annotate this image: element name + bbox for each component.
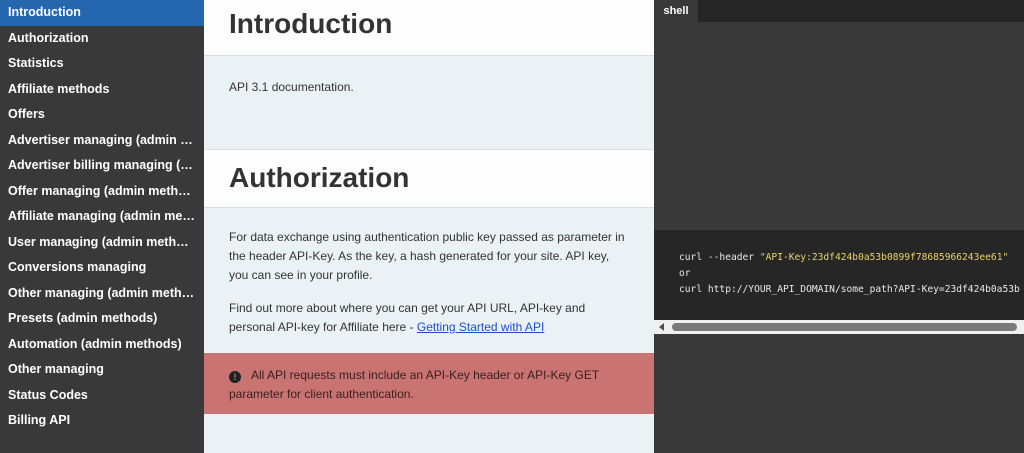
doc-content: Introduction API 3.1 documentation. Auth… — [204, 0, 654, 453]
code-line-1-string: "API-Key:23df424b0a53b0899f78685966243ee… — [759, 252, 1009, 263]
sidebar-item-other-managing[interactable]: Other managing — [0, 357, 204, 383]
sidebar-item-billing-api[interactable]: Billing API — [0, 408, 204, 434]
getting-started-link[interactable]: Getting Started with API — [417, 320, 544, 334]
introduction-text: API 3.1 documentation. — [229, 80, 354, 94]
sidebar-item-status-codes[interactable]: Status Codes — [0, 383, 204, 409]
code-horizontal-scrollbar[interactable] — [654, 320, 1024, 334]
sidebar-item-affiliate-managing[interactable]: Affiliate managing (admin methods) — [0, 204, 204, 230]
language-tabbar: shell — [654, 0, 1024, 22]
tab-shell[interactable]: shell — [654, 0, 698, 22]
code-block: curl --header "API-Key:23df424b0a53b0899… — [654, 230, 1024, 320]
code-line-1-cmd: curl --header — [679, 252, 760, 263]
code-line-2: or — [679, 268, 691, 279]
introduction-title: Introduction — [229, 8, 393, 39]
sidebar-menu: Introduction Authorization Statistics Af… — [0, 0, 204, 434]
sidebar-item-statistics[interactable]: Statistics — [0, 51, 204, 77]
sidebar-item-offers[interactable]: Offers — [0, 102, 204, 128]
sidebar-item-offer-managing[interactable]: Offer managing (admin methods) — [0, 179, 204, 205]
warning-content: ! All API requests must include an API-Ke… — [229, 366, 629, 404]
sidebar-item-other-managing-admin[interactable]: Other managing (admin methods) — [0, 281, 204, 307]
sidebar-item-introduction[interactable]: Introduction — [0, 0, 204, 26]
code-sample: curl --header "API-Key:23df424b0a53b0899… — [679, 250, 1020, 298]
warning-text: All API requests must include an API-Key… — [229, 368, 599, 401]
sidebar-item-presets[interactable]: Presets (admin methods) — [0, 306, 204, 332]
sidebar-item-user-managing[interactable]: User managing (admin methods) — [0, 230, 204, 256]
scroll-left-arrow-icon[interactable] — [659, 323, 664, 331]
authorization-paragraph-1: For data exchange using authentication p… — [229, 230, 625, 282]
code-panel: shell curl --header "API-Key:23df424b0a5… — [654, 0, 1024, 453]
sidebar-item-advertiser-managing[interactable]: Advertiser managing (admin methods) — [0, 128, 204, 154]
authorization-title: Authorization — [229, 162, 410, 193]
sidebar-item-authorization[interactable]: Authorization — [0, 26, 204, 52]
introduction-header: Introduction — [204, 0, 654, 56]
sidebar-item-advertiser-billing[interactable]: Advertiser billing managing (admin metho… — [0, 153, 204, 179]
authorization-body: For data exchange using authentication p… — [204, 208, 654, 353]
sidebar-nav: Introduction Authorization Statistics Af… — [0, 0, 204, 453]
code-line-3: curl http://YOUR_API_DOMAIN/some_path?AP… — [679, 284, 1020, 295]
warning-notice: ! All API requests must include an API-Ke… — [204, 353, 654, 414]
introduction-body: API 3.1 documentation. — [204, 56, 654, 149]
sidebar-item-conversions-managing[interactable]: Conversions managing — [0, 255, 204, 281]
authorization-header: Authorization — [204, 149, 654, 208]
sidebar-item-affiliate-methods[interactable]: Affiliate methods — [0, 77, 204, 103]
authorization-paragraph-2: Find out more about where you can get yo… — [229, 299, 629, 337]
exclamation-icon: ! — [229, 371, 241, 383]
scrollbar-thumb[interactable] — [672, 323, 1017, 331]
sidebar-item-automation[interactable]: Automation (admin methods) — [0, 332, 204, 358]
